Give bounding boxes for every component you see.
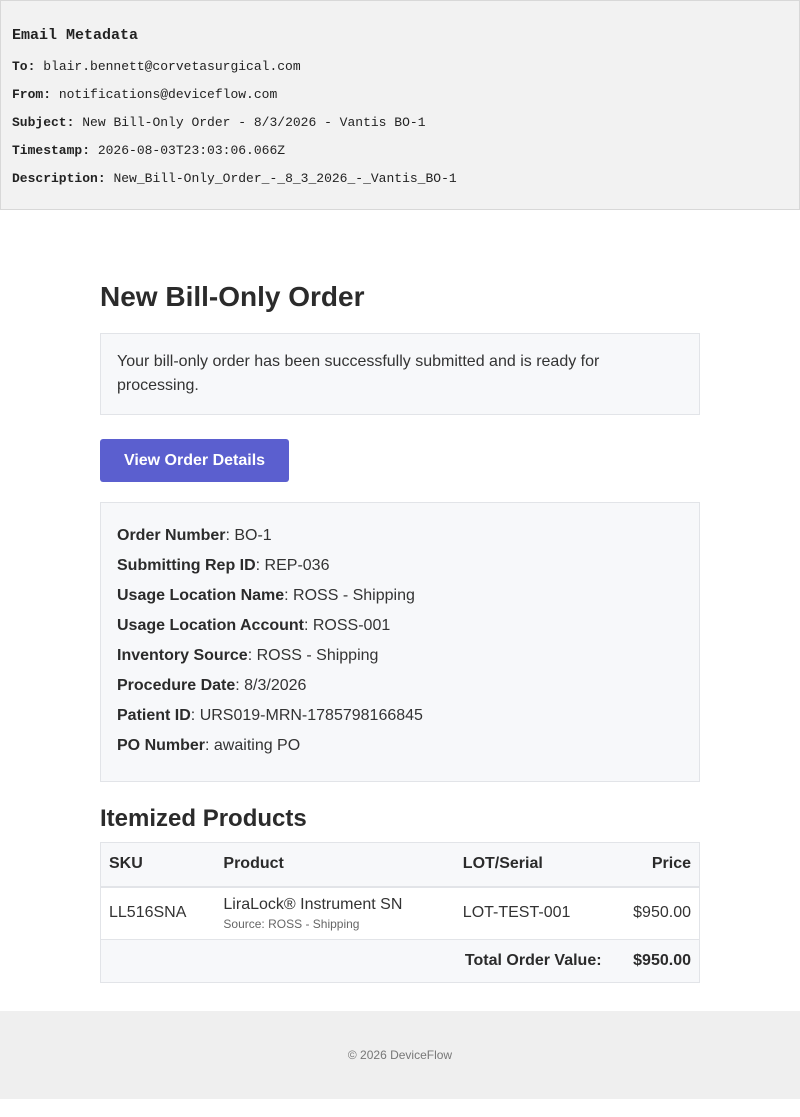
product-name: LiraLock® Instrument SN <box>223 895 403 913</box>
column-header-lot: LOT/Serial <box>454 842 610 888</box>
total-value: $950.00 <box>609 939 700 983</box>
table-header-row: SKU Product LOT/Serial Price <box>100 842 700 888</box>
cell-product: LiraLock® Instrument SN Source: ROSS - S… <box>215 886 455 940</box>
detail-inventory-source: Inventory Source: ROSS - Shipping <box>117 647 379 664</box>
total-row: Total Order Value: $950.00 <box>100 939 700 983</box>
metadata-heading: Email Metadata <box>12 27 139 44</box>
cell-price: $950.00 <box>609 886 700 940</box>
metadata-subject: Subject: New Bill-Only Order - 8/3/2026 … <box>12 115 426 130</box>
cell-lot: LOT-TEST-001 <box>454 886 610 940</box>
column-header-price: Price <box>609 842 700 888</box>
detail-usage-location-name: Usage Location Name: ROSS - Shipping <box>117 587 415 604</box>
metadata-to: To: blair.bennett@corvetasurgical.com <box>12 59 301 74</box>
view-order-details-button[interactable]: View Order Details <box>100 439 289 482</box>
success-notice: Your bill-only order has been successful… <box>100 333 700 415</box>
detail-rep-id: Submitting Rep ID: REP-036 <box>117 557 330 574</box>
detail-usage-location-account: Usage Location Account: ROSS-001 <box>117 617 391 634</box>
detail-order-number: Order Number: BO-1 <box>117 527 272 544</box>
column-header-product: Product <box>215 842 455 888</box>
metadata-timestamp: Timestamp: 2026-08-03T23:03:06.066Z <box>12 143 286 158</box>
page-title: New Bill-Only Order <box>100 281 365 312</box>
column-header-sku: SKU <box>100 842 216 888</box>
product-source: Source: ROSS - Shipping <box>223 916 360 931</box>
metadata-from: From: notifications@deviceflow.com <box>12 87 278 102</box>
order-details-panel: Order Number: BO-1 Submitting Rep ID: RE… <box>100 502 700 782</box>
email-metadata-panel: Email Metadata To: blair.bennett@corveta… <box>0 0 800 210</box>
detail-procedure-date: Procedure Date: 8/3/2026 <box>117 677 307 694</box>
detail-po-number: PO Number: awaiting PO <box>117 737 301 754</box>
table-row: LL516SNA LiraLock® Instrument SN Source:… <box>100 886 700 940</box>
total-label: Total Order Value: <box>100 939 610 983</box>
metadata-description: Description: New_Bill-Only_Order_-_8_3_2… <box>12 171 457 186</box>
footer-copyright: © 2026 DeviceFlow <box>0 1011 800 1099</box>
products-heading: Itemized Products <box>100 805 307 832</box>
detail-patient-id: Patient ID: URS019-MRN-1785798166845 <box>117 707 423 724</box>
products-table: SKU Product LOT/Serial Price LL516SNA Li… <box>100 842 700 983</box>
cell-sku: LL516SNA <box>100 886 216 940</box>
